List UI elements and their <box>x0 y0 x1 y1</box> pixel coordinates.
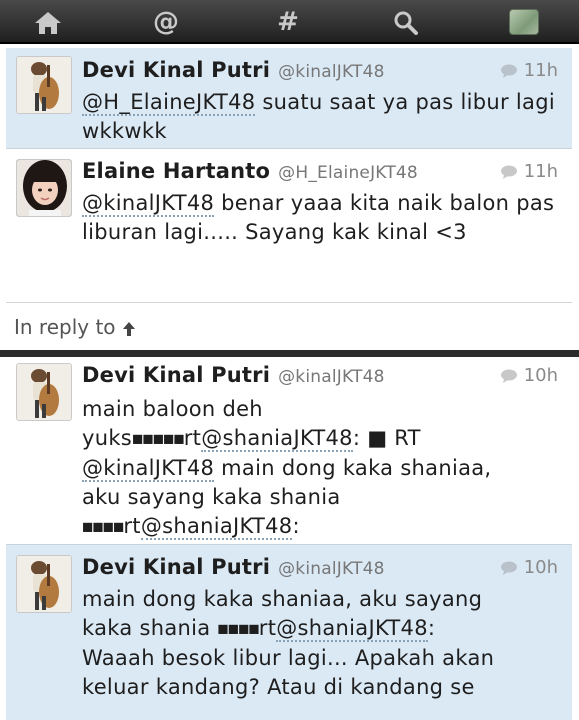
tweet-text: main baloon deh yuks■■■■■rt@shaniaJKT48: … <box>82 395 562 541</box>
timestamp-text: 11h <box>523 161 558 182</box>
mention-link[interactable]: @shaniaJKT48 <box>140 513 293 540</box>
in-reply-to-row[interactable]: In reply to <box>6 302 572 350</box>
profile-thumbnail <box>509 9 539 35</box>
text-segment: yuks <box>82 426 133 450</box>
author-handle[interactable]: @kinalJKT48 <box>278 367 385 387</box>
tweet-item[interactable]: Devi Kinal Putri @kinalJKT48 10h main bal… <box>6 357 572 543</box>
author-name[interactable]: Devi Kinal Putri <box>82 58 270 82</box>
in-reply-to-label[interactable]: In reply to <box>14 315 136 339</box>
tweet-line: main baloon deh <box>82 397 263 421</box>
tweet-text: main dong kaka shaniaa, aku sayang kaka s… <box>82 585 562 702</box>
speech-bubble-icon <box>500 64 517 78</box>
profile-icon[interactable] <box>502 4 546 40</box>
author-handle[interactable]: @kinalJKT48 <box>278 559 385 579</box>
search-icon[interactable] <box>384 4 428 40</box>
conversation-panel: Devi Kinal Putri @kinalJKT48 11h @H_Elain… <box>0 44 579 352</box>
tweet-timestamp: 11h <box>500 161 558 182</box>
avatar[interactable] <box>16 159 72 217</box>
mention-link[interactable]: @kinalJKT48 <box>82 191 215 217</box>
text-segment: rt <box>183 426 202 450</box>
tweet-item[interactable]: Devi Kinal Putri @kinalJKT48 10h main don… <box>6 545 572 720</box>
text-segment: main dong kaka shaniaa, <box>214 455 492 480</box>
up-arrow-icon <box>122 321 135 336</box>
timestamp-text: 10h <box>523 557 558 578</box>
text-segment: kaka shania <box>82 616 218 640</box>
tweet-author[interactable]: Devi Kinal Putri @kinalJKT48 <box>82 555 385 579</box>
tweet-author[interactable]: Elaine Hartanto @H_ElaineJKT48 <box>82 159 418 183</box>
tweet-line: keluar kandang? Atau di kandang se <box>82 674 475 699</box>
tweet-line: kaka shania ■■■■rt@shaniaJKT48: <box>82 614 562 644</box>
author-handle[interactable]: @kinalJKT48 <box>278 62 385 82</box>
mention-link[interactable]: @shaniaJKT48 <box>276 616 428 642</box>
glyph-marks: ■■■■■ <box>132 431 185 446</box>
author-name[interactable]: Devi Kinal Putri <box>82 555 270 579</box>
speech-bubble-icon <box>500 165 517 179</box>
tweet-timestamp: 10h <box>500 557 558 578</box>
tweet-text: @H_ElaineJKT48 suatu saat ya pas libur l… <box>82 88 562 146</box>
tweet-line: ■■■■rt@shaniaJKT48: <box>82 512 562 542</box>
avatar[interactable] <box>16 555 72 613</box>
at-mentions-icon[interactable]: @ <box>144 4 188 40</box>
text-segment: : ■ RT <box>352 426 421 450</box>
timestamp-text: 10h <box>523 365 558 386</box>
author-name[interactable]: Elaine Hartanto <box>82 159 270 183</box>
tweet-timestamp: 11h <box>500 60 558 81</box>
tweet-line: Waaah besok libur lagi... Apakah akan <box>82 645 495 670</box>
tweet-timestamp: 10h <box>500 365 558 386</box>
mention-link[interactable]: @kinalJKT48 <box>82 455 215 482</box>
glyph-marks: ■■■■ <box>217 621 259 636</box>
tweet-item[interactable]: Elaine Hartanto @H_ElaineJKT48 11h @kinal… <box>6 149 572 301</box>
text-segment: rt <box>258 616 277 640</box>
tweet-line: main dong kaka shaniaa, aku sayang <box>82 587 483 611</box>
top-nav-bar: @ # <box>0 0 579 44</box>
author-name[interactable]: Devi Kinal Putri <box>82 363 270 387</box>
home-icon[interactable] <box>26 4 70 40</box>
author-handle[interactable]: @H_ElaineJKT48 <box>278 163 418 183</box>
text-segment: : <box>427 616 436 640</box>
tweet-text: @kinalJKT48 benar yaaa kita naik balon p… <box>82 189 562 247</box>
mention-link[interactable]: @shaniaJKT48 <box>201 426 353 452</box>
tweet-author[interactable]: Devi Kinal Putri @kinalJKT48 <box>82 58 385 82</box>
tweet-author[interactable]: Devi Kinal Putri @kinalJKT48 <box>82 363 385 387</box>
text-segment: : <box>292 513 300 538</box>
tweet-line: @kinalJKT48 main dong kaka shaniaa, <box>82 454 562 483</box>
timestamp-text: 11h <box>523 60 558 81</box>
avatar[interactable] <box>16 363 72 421</box>
mention-link[interactable]: @H_ElaineJKT48 <box>82 90 256 116</box>
timeline-panel: Devi Kinal Putri @kinalJKT48 10h main bal… <box>0 357 579 720</box>
text-segment: rt <box>123 513 141 538</box>
speech-bubble-icon <box>500 561 517 575</box>
tweet-line: aku sayang kaka shania <box>82 484 341 509</box>
speech-bubble-icon <box>500 369 517 383</box>
tweet-line: yuks■■■■■rt@shaniaJKT48: ■ RT <box>82 424 562 454</box>
avatar[interactable] <box>16 56 72 114</box>
glyph-marks: ■■■■ <box>82 519 124 533</box>
hashtag-icon[interactable]: # <box>266 4 310 40</box>
reply-label-text: In reply to <box>14 315 116 339</box>
tweet-item[interactable]: Devi Kinal Putri @kinalJKT48 11h @H_Elain… <box>6 48 572 148</box>
